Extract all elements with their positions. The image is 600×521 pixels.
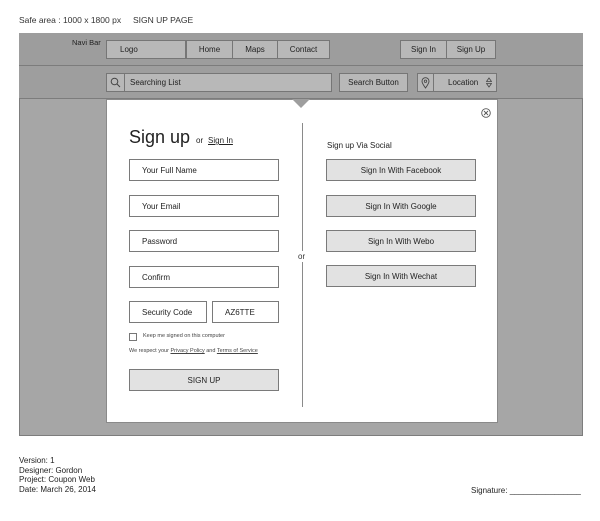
- privacy-and: and: [206, 348, 216, 354]
- privacy-policy-link[interactable]: Privacy Policy: [170, 348, 204, 354]
- close-icon[interactable]: [481, 105, 491, 118]
- nav-sign-in-label: Sign In: [411, 45, 436, 54]
- social-heading: Sign up Via Social: [327, 141, 392, 150]
- sort-arrows-icon: [486, 77, 496, 88]
- modal-pointer: [292, 99, 310, 108]
- nav-contact-label: Contact: [289, 45, 318, 54]
- webo-button-label: Sign In With Webo: [367, 236, 435, 246]
- search-button-label: Search Button: [348, 78, 399, 87]
- search-placeholder: Searching List: [130, 78, 181, 87]
- safe-area-label: Safe area : 1000 x 1800 px: [19, 15, 122, 25]
- footer-meta: Version: 1 Designer: Gordon Project: Cou…: [19, 456, 96, 494]
- webo-signin-button[interactable]: Sign In With Webo: [326, 230, 476, 252]
- page-title: Sign up: [129, 127, 191, 147]
- captcha-image: AZ6TTE: [212, 301, 279, 323]
- logo-label: Logo: [120, 45, 138, 54]
- full-name-placeholder: Your Full Name: [142, 165, 197, 175]
- divider-or-label: or: [298, 251, 306, 262]
- nav-sign-up-button[interactable]: Sign Up: [446, 40, 496, 59]
- keep-signed-label: Keep me signed on this computer: [143, 333, 225, 339]
- facebook-signin-button[interactable]: Sign In With Facebook: [326, 159, 476, 181]
- email-field[interactable]: Your Email: [129, 195, 279, 217]
- signature-line: Signature: ________________: [471, 486, 581, 495]
- wechat-button-label: Sign In With Wechat: [364, 271, 438, 281]
- page-name-label: SIGN UP PAGE: [133, 15, 194, 25]
- location-label: Location: [448, 78, 479, 87]
- password-field[interactable]: Password: [129, 230, 279, 252]
- nav-maps-link[interactable]: Maps: [232, 40, 278, 59]
- privacy-notice: We respect your Privacy Policy and Terms…: [129, 348, 258, 354]
- google-button-label: Sign In With Google: [365, 201, 437, 211]
- full-name-field[interactable]: Your Full Name: [129, 159, 279, 181]
- version-label: Version: 1: [19, 456, 55, 465]
- location-select[interactable]: Location: [417, 73, 497, 92]
- date-label: Date: March 26, 2014: [19, 484, 96, 494]
- navbar-label: Navi Bar: [72, 38, 101, 47]
- map-pin-icon: [418, 74, 434, 91]
- or-label: or: [196, 136, 204, 145]
- keep-signed-checkbox[interactable]: [129, 333, 137, 341]
- wechat-signin-button[interactable]: Sign In With Wechat: [326, 265, 476, 287]
- confirm-placeholder: Confirm: [142, 272, 171, 282]
- sign-up-button-label: SIGN UP: [187, 375, 221, 385]
- password-placeholder: Password: [142, 236, 178, 246]
- logo[interactable]: Logo: [106, 40, 186, 59]
- search-input[interactable]: Searching List: [106, 73, 332, 92]
- search-icon: [107, 74, 125, 91]
- privacy-prefix: We respect your: [129, 348, 169, 354]
- designer-label: Designer: Gordon: [19, 465, 83, 475]
- nav-contact-link[interactable]: Contact: [277, 40, 330, 59]
- terms-of-service-link[interactable]: Terms of Service: [217, 348, 258, 354]
- search-button[interactable]: Search Button: [339, 73, 408, 92]
- nav-home-label: Home: [198, 45, 221, 54]
- nav-sign-in-button[interactable]: Sign In: [400, 40, 447, 59]
- google-signin-button[interactable]: Sign In With Google: [326, 195, 476, 217]
- project-label: Project: Coupon Web: [19, 475, 95, 484]
- nav-maps-label: Maps: [245, 45, 265, 54]
- captcha-text: AZ6TTE: [225, 307, 255, 317]
- facebook-button-label: Sign In With Facebook: [360, 165, 442, 175]
- confirm-password-field[interactable]: Confirm: [129, 266, 279, 288]
- nav-home-link[interactable]: Home: [186, 40, 233, 59]
- email-placeholder: Your Email: [142, 201, 181, 211]
- vertical-divider: [302, 123, 303, 407]
- security-code-field[interactable]: Security Code: [129, 301, 207, 323]
- security-code-placeholder: Security Code: [142, 307, 193, 317]
- sign-up-button[interactable]: SIGN UP: [129, 369, 279, 391]
- sign-in-link[interactable]: Sign In: [208, 136, 233, 145]
- nav-sign-up-label: Sign Up: [456, 45, 486, 54]
